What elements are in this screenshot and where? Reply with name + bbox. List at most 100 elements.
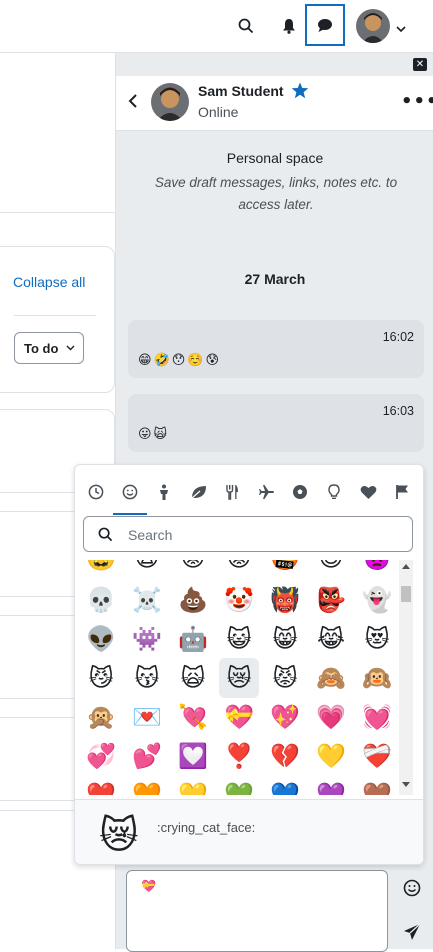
message-input[interactable]: 💝	[126, 870, 388, 952]
contact-name[interactable]: Sam Student	[198, 83, 284, 99]
more-options-icon[interactable]: •••	[401, 91, 433, 112]
personal-space-description: Save draft messages, links, notes etc. t…	[154, 175, 398, 212]
emoji-icon[interactable]	[403, 879, 421, 901]
emoji-picker: 🥸 😫 😡 😟 🤬 😈 👿 💀 ☠️ 💩 🤡 👹 👺 👻 👽 👾 🤖 😺 😸 😹	[74, 464, 424, 865]
emoji-button[interactable]: 🤎	[357, 775, 397, 795]
emoji-button[interactable]: 😟	[219, 560, 259, 578]
emoji-button-selected[interactable]: 😿	[219, 658, 259, 698]
emoji-button[interactable]: 💚	[219, 775, 259, 795]
emoji-button[interactable]: 💙	[265, 775, 305, 795]
emoji-button[interactable]: 🙀	[173, 658, 213, 698]
emoji-button[interactable]: 😾	[265, 658, 305, 698]
emoji-button[interactable]: 😈	[311, 560, 351, 578]
emoji-button[interactable]: 🙈	[311, 658, 351, 698]
emoji-row: 🥸 😫 😡 😟 🤬 😈 👿	[81, 560, 401, 578]
chat-icon[interactable]	[305, 4, 345, 46]
contact-status: Online	[198, 104, 239, 120]
emoji-button[interactable]: 💜	[311, 775, 351, 795]
emoji-button[interactable]: 💓	[357, 697, 397, 737]
emoji-row: 👽 👾 🤖 😺 😸 😹 😻	[81, 619, 401, 659]
emoji-button[interactable]: 💛	[173, 775, 213, 795]
travel-plane-icon[interactable]	[251, 477, 281, 507]
date-header: 27 March	[244, 271, 306, 287]
user-avatar[interactable]	[356, 9, 390, 43]
todo-dropdown[interactable]: To do	[14, 332, 84, 364]
search-icon[interactable]	[230, 10, 262, 42]
recent-clock-icon[interactable]	[81, 477, 111, 507]
emoji-button[interactable]: 👽	[81, 619, 121, 659]
emoji-button[interactable]: 😽	[127, 658, 167, 698]
emoji-button[interactable]: 🥸	[81, 560, 121, 578]
message-bubble[interactable]: 16:03 😛🙀	[128, 394, 424, 452]
emoji-button[interactable]: ❤️‍🩹	[357, 736, 397, 776]
flags-icon[interactable]	[387, 477, 417, 507]
collapse-all-link[interactable]: Collapse all	[13, 274, 85, 290]
people-icon[interactable]	[149, 477, 179, 507]
emoji-button[interactable]: 💝	[219, 697, 259, 737]
emoji-grid: 🥸 😫 😡 😟 🤬 😈 👿 💀 ☠️ 💩 🤡 👹 👺 👻 👽 👾 🤖 😺 😸 😹	[75, 560, 423, 795]
message-input-value: 💝	[141, 879, 156, 893]
food-fork-knife-icon[interactable]	[217, 477, 247, 507]
preview-emoji: 😿	[99, 813, 139, 857]
objects-bulb-icon[interactable]	[319, 477, 349, 507]
emoji-button[interactable]: 💖	[265, 697, 305, 737]
emoji-button[interactable]: 🤬	[265, 560, 305, 578]
emoji-button[interactable]: 😺	[219, 619, 259, 659]
emoji-button[interactable]: 🙊	[81, 697, 121, 737]
contact-avatar[interactable]	[151, 83, 189, 121]
emoji-button[interactable]: 😡	[173, 560, 213, 578]
close-icon[interactable]: ✕	[413, 58, 427, 71]
emoji-button[interactable]: 💀	[81, 580, 121, 620]
emoji-button[interactable]: 👻	[357, 580, 397, 620]
emoji-button[interactable]: 💞	[81, 736, 121, 776]
emoji-button[interactable]: 😫	[127, 560, 167, 578]
emoji-button[interactable]: 👺	[311, 580, 351, 620]
back-arrow-icon[interactable]	[128, 93, 138, 113]
emoji-button[interactable]: 😼	[81, 658, 121, 698]
chevron-down-icon[interactable]	[396, 18, 406, 37]
emoji-row: 🙊 💌 💘 💝 💖 💗 💓	[81, 697, 401, 737]
emoji-row: 💞 💕 💟 ❣️ 💔 💛 ❤️‍🩹	[81, 736, 401, 776]
emoji-button[interactable]: 🧡	[127, 775, 167, 795]
emoji-button[interactable]: 💘	[173, 697, 213, 737]
symbols-heart-icon[interactable]	[353, 477, 383, 507]
bell-icon[interactable]	[273, 10, 305, 42]
emoji-button[interactable]: 👹	[265, 580, 305, 620]
emoji-button[interactable]: 😹	[311, 619, 351, 659]
emoji-button[interactable]: 😸	[265, 619, 305, 659]
send-icon[interactable]	[403, 923, 421, 945]
emoji-button[interactable]: 👿	[357, 560, 397, 578]
emoji-button[interactable]: 💛	[311, 736, 351, 776]
divider	[0, 212, 115, 213]
emoji-search-box[interactable]	[83, 516, 413, 553]
scroll-down-arrow-icon[interactable]	[402, 782, 410, 787]
emoji-row: 😼 😽 🙀 😿 😾 🙈 🙉	[81, 658, 401, 698]
emoji-search-input[interactable]	[126, 517, 390, 553]
active-category-indicator	[113, 513, 147, 515]
emoji-button[interactable]: 🙉	[357, 658, 397, 698]
smileys-icon[interactable]	[115, 477, 145, 507]
emoji-scrollbar[interactable]	[399, 560, 413, 795]
divider	[14, 315, 96, 316]
emoji-button[interactable]: 💕	[127, 736, 167, 776]
message-bubble[interactable]: 16:02 😁🤣😯☺️😰	[128, 320, 424, 378]
nature-leaf-icon[interactable]	[183, 477, 213, 507]
emoji-button[interactable]: 🤡	[219, 580, 259, 620]
emoji-button[interactable]: 😻	[357, 619, 397, 659]
scrollbar-thumb[interactable]	[401, 586, 411, 602]
timeline-card	[0, 246, 115, 393]
emoji-button[interactable]: 💔	[265, 736, 305, 776]
emoji-button[interactable]: 💗	[311, 697, 351, 737]
personal-space-title: Personal space	[226, 150, 324, 166]
activities-ball-icon[interactable]	[285, 477, 315, 507]
emoji-button[interactable]: ❣️	[219, 736, 259, 776]
todo-label: To do	[24, 340, 59, 356]
emoji-button[interactable]: 💌	[127, 697, 167, 737]
emoji-button[interactable]: ❤️	[81, 775, 121, 795]
emoji-button[interactable]: ☠️	[127, 580, 167, 620]
emoji-button[interactable]: 👾	[127, 619, 167, 659]
emoji-button[interactable]: 💩	[173, 580, 213, 620]
scroll-up-arrow-icon[interactable]	[402, 564, 410, 569]
emoji-button[interactable]: 💟	[173, 736, 213, 776]
emoji-button[interactable]: 🤖	[173, 619, 213, 659]
